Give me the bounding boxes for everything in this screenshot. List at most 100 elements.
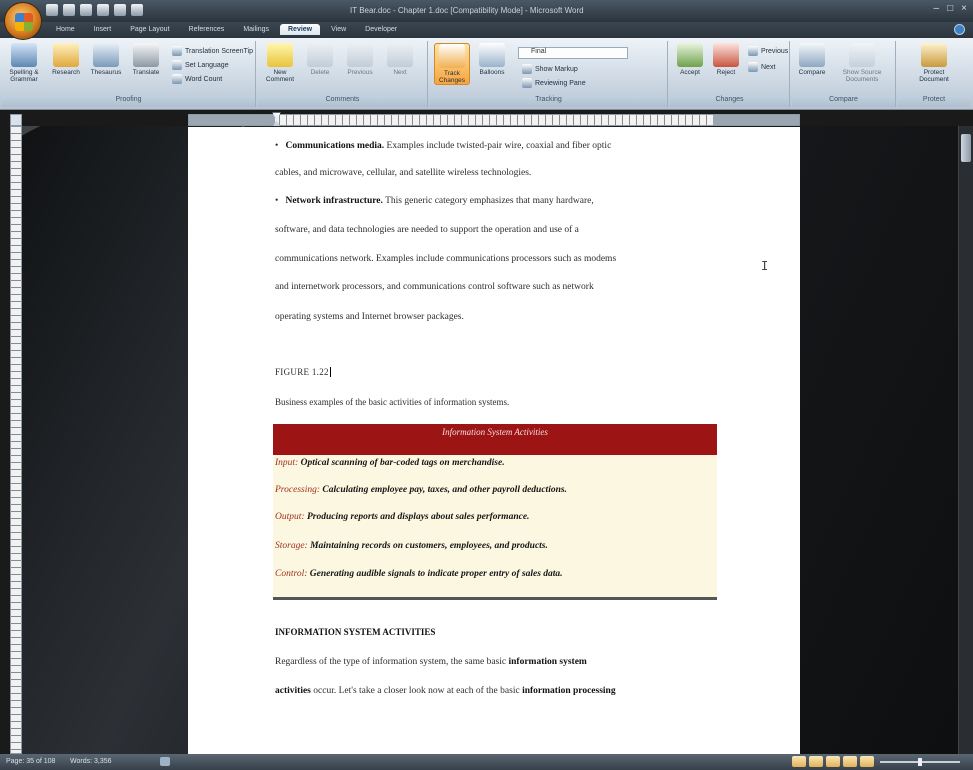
previous-comment-button[interactable]: Previous (342, 43, 378, 76)
zoom-thumb[interactable] (918, 758, 922, 766)
spelling-grammar-button[interactable]: Spelling & Grammar (4, 43, 44, 83)
word-count-indicator[interactable]: Words: 3,356 (70, 758, 112, 765)
previous-change-icon (748, 46, 758, 56)
display-for-review-dropdown[interactable]: Final (518, 47, 628, 59)
research-button[interactable]: Research (48, 43, 84, 76)
horizontal-ruler[interactable] (188, 114, 800, 126)
help-icon[interactable] (954, 24, 965, 35)
figure-label: FIGURE 1.22 (275, 367, 331, 377)
compare-group-label: Compare (792, 96, 895, 107)
table-row: Control: Generating audible signals to i… (275, 569, 563, 579)
draft-view-button[interactable] (860, 756, 874, 767)
outline-view-button[interactable] (843, 756, 857, 767)
track-changes-button[interactable]: Track Changes (434, 43, 470, 85)
thesaurus-button[interactable]: Thesaurus (88, 43, 124, 76)
new-comment-button[interactable]: New Comment (262, 43, 298, 83)
changes-group-label: Changes (670, 96, 789, 107)
protect-group-label: Protect (898, 96, 970, 107)
protect-document-icon (921, 43, 947, 67)
ruler-toggle-button[interactable] (10, 114, 22, 126)
bullet-line: • Network infrastructure. This generic c… (275, 196, 594, 206)
redo-icon[interactable] (80, 4, 92, 16)
window-title: IT Bear.doc - Chapter 1.doc [Compatibili… (350, 6, 584, 15)
body-line: and internetwork processors, and communi… (275, 282, 594, 292)
screentip-icon (172, 46, 182, 56)
body-line: cables, and microwave, cellular, and sat… (275, 168, 532, 178)
reviewing-pane-button[interactable]: Reviewing Pane (522, 77, 586, 89)
show-source-documents-button[interactable]: Show Source Documents (832, 43, 892, 83)
office-logo-icon (15, 13, 33, 31)
show-source-icon (849, 43, 875, 67)
body-line: communications network. Examples include… (275, 254, 617, 264)
window-controls: – □ × (934, 3, 967, 14)
compare-button[interactable]: Compare (794, 43, 830, 76)
thesaurus-icon (93, 43, 119, 67)
table-bottom-rule (273, 597, 717, 600)
language-icon (172, 60, 182, 70)
tab-references[interactable]: References (181, 24, 233, 35)
close-button[interactable]: × (961, 3, 967, 14)
proofing-status-icon[interactable] (160, 757, 170, 766)
table-row: Processing: Calculating employee pay, ta… (275, 485, 567, 495)
spelling-icon (11, 43, 37, 67)
maximize-button[interactable]: □ (947, 3, 953, 14)
print-icon[interactable] (97, 4, 109, 16)
figure-table-body: Input: Optical scanning of bar-coded tag… (273, 455, 717, 597)
accept-button[interactable]: Accept (672, 43, 708, 76)
next-change-button[interactable]: Next (748, 61, 775, 73)
status-bar: Page: 35 of 108 Words: 3,356 (0, 754, 973, 770)
figure-table-header: Information System Activities (273, 424, 717, 455)
ribbon: Spelling & Grammar Research Thesaurus Tr… (0, 38, 973, 110)
comments-group: New Comment Delete Previous Next Comment… (258, 41, 428, 107)
translate-icon (133, 43, 159, 67)
compare-icon (799, 43, 825, 67)
office-button[interactable] (4, 2, 42, 40)
research-icon (53, 43, 79, 67)
body-line: activities occur. Let's take a closer lo… (275, 686, 616, 696)
show-markup-icon (522, 64, 532, 74)
i-beam-cursor: I (761, 259, 769, 273)
tab-developer[interactable]: Developer (357, 24, 405, 35)
body-line: operating systems and Internet browser p… (275, 312, 464, 322)
undo-icon[interactable] (63, 4, 75, 16)
accept-icon (677, 43, 703, 67)
scroll-thumb[interactable] (961, 134, 971, 162)
protect-document-button[interactable]: Protect Document (912, 43, 956, 83)
full-screen-view-button[interactable] (809, 756, 823, 767)
tab-home[interactable]: Home (48, 24, 83, 35)
open-icon[interactable] (114, 4, 126, 16)
proofing-group: Spelling & Grammar Research Thesaurus Tr… (2, 41, 256, 107)
web-layout-view-button[interactable] (826, 756, 840, 767)
word-count-button[interactable]: Word Count (172, 73, 222, 85)
zoom-slider[interactable] (880, 758, 960, 766)
translate-button[interactable]: Translate (128, 43, 164, 76)
save-icon[interactable] (46, 4, 58, 16)
tab-insert[interactable]: Insert (86, 24, 120, 35)
table-row: Input: Optical scanning of bar-coded tag… (275, 458, 505, 468)
balloons-button[interactable]: Balloons (474, 43, 510, 76)
next-comment-button[interactable]: Next (382, 43, 418, 76)
reviewing-pane-icon (522, 78, 532, 88)
tab-review[interactable]: Review (280, 24, 321, 35)
translation-screentip-button[interactable]: Translation ScreenTip (172, 45, 253, 57)
vertical-scrollbar[interactable] (958, 126, 973, 754)
page-indicator[interactable]: Page: 35 of 108 (6, 758, 55, 765)
table-row: Storage: Maintaining records on customer… (275, 541, 548, 551)
new-comment-icon (267, 43, 293, 67)
minimize-button[interactable]: – (934, 3, 940, 14)
vertical-ruler[interactable] (10, 126, 22, 754)
document-page[interactable]: • Communications media. Examples include… (188, 127, 800, 754)
show-markup-button[interactable]: Show Markup (522, 63, 578, 75)
customize-qat-icon[interactable] (131, 4, 143, 16)
tab-page-layout[interactable]: Page Layout (122, 24, 177, 35)
tracking-group: Track Changes Balloons Final Show Markup… (430, 41, 668, 107)
tab-view[interactable]: View (323, 24, 354, 35)
previous-change-button[interactable]: Previous (748, 45, 788, 57)
table-row: Output: Producing reports and displays a… (275, 512, 530, 522)
tab-mailings[interactable]: Mailings (235, 24, 277, 35)
print-layout-view-button[interactable] (792, 756, 806, 767)
reject-button[interactable]: Reject (708, 43, 744, 76)
ribbon-tabs: Home Insert Page Layout References Maili… (0, 22, 973, 38)
delete-comment-button[interactable]: Delete (302, 43, 338, 76)
set-language-button[interactable]: Set Language (172, 59, 229, 71)
